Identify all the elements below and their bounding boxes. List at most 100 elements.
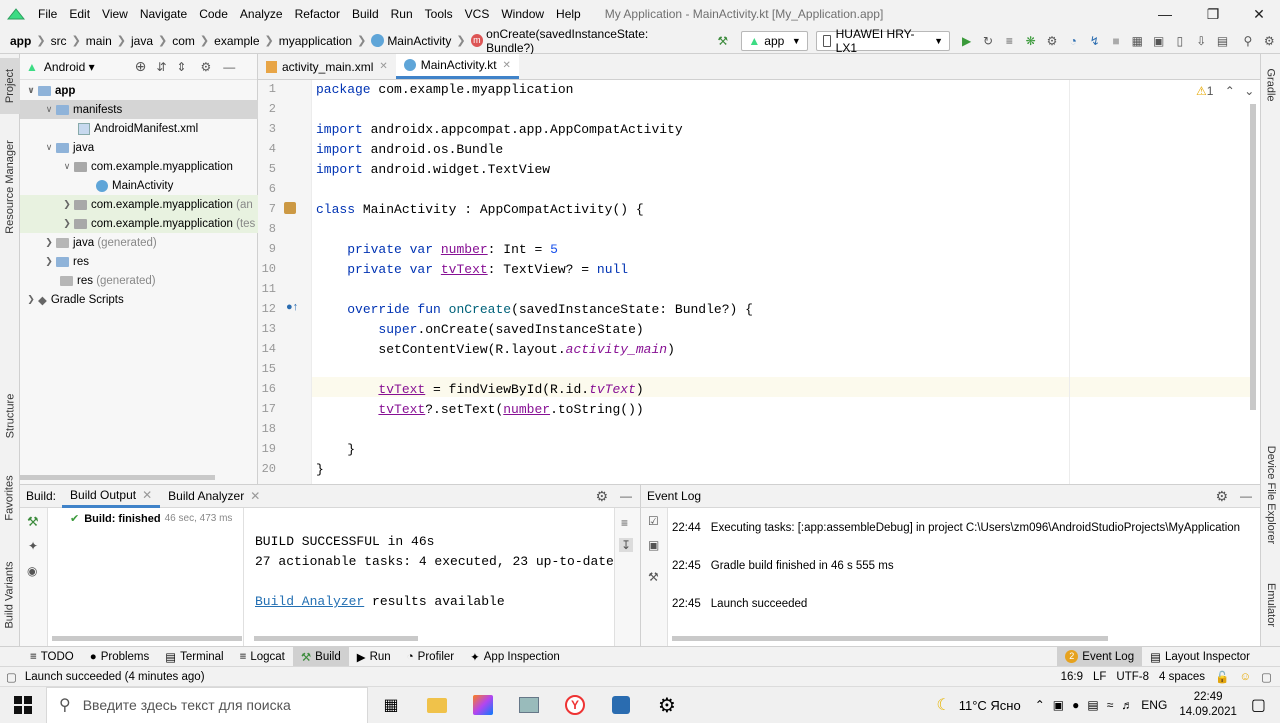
chevron-down-icon[interactable]: ⌄ <box>1244 84 1254 98</box>
status-panel-icon[interactable]: ▢ <box>6 670 17 684</box>
tab-todo[interactable]: ≡ TODO <box>0 647 82 667</box>
close-tab-icon[interactable]: ✕ <box>379 61 387 72</box>
android-studio-icon[interactable] <box>598 687 644 723</box>
run-gutter-icon[interactable] <box>284 202 296 214</box>
locate-icon[interactable]: ⊕ <box>135 58 147 75</box>
hide-panel-icon[interactable]: — <box>223 60 235 74</box>
gear-icon[interactable]: ⚙ <box>1215 488 1228 505</box>
breadcrumb-src[interactable]: src <box>48 34 70 48</box>
collapse-all-icon[interactable]: ⇕ <box>176 60 186 74</box>
build-output-console[interactable]: BUILD SUCCESSFUL in 46s 27 actionable ta… <box>244 508 614 646</box>
editor-scrollbar[interactable] <box>1250 104 1256 410</box>
photos-icon[interactable] <box>506 687 552 723</box>
windows-start-icon[interactable] <box>0 687 46 723</box>
file-encoding[interactable]: UTF-8 <box>1116 671 1149 683</box>
search-icon[interactable]: ⚲ <box>1237 31 1258 51</box>
tree-item-java[interactable]: ∨ java <box>20 138 258 157</box>
debug-icon[interactable]: ❋ <box>1020 31 1041 51</box>
gear-icon[interactable]: ⚙ <box>595 488 608 505</box>
run-icon[interactable]: ▶ <box>956 31 977 51</box>
tree-scrollbar[interactable] <box>52 636 242 641</box>
tab-favorites[interactable]: Favorites <box>0 468 20 528</box>
indent-setting[interactable]: 4 spaces <box>1159 671 1205 683</box>
menu-code[interactable]: Code <box>193 7 234 21</box>
tab-project[interactable]: Project <box>0 58 20 114</box>
sync-gradle-icon[interactable]: ▦ <box>1127 31 1148 51</box>
breadcrumb-main[interactable]: main <box>83 34 115 48</box>
tab-event-log[interactable]: 2 Event Log <box>1057 646 1143 667</box>
wifi-icon[interactable]: ≈ <box>1107 698 1114 712</box>
project-structure-icon[interactable]: ▣ <box>1148 31 1169 51</box>
minimize-button[interactable]: — <box>1142 0 1188 28</box>
settings-gear-icon[interactable]: ⚙ <box>644 687 690 723</box>
profile-icon[interactable]: ◔ <box>1063 31 1084 51</box>
breadcrumb-mainactivity[interactable]: MainActivity <box>368 34 454 48</box>
tab-build-variants[interactable]: Build Variants <box>0 550 20 640</box>
hide-panel-icon[interactable]: — <box>1240 489 1252 503</box>
override-gutter-icon[interactable]: ●↑ <box>286 301 298 313</box>
tab-mainactivity-kt[interactable]: MainActivity.kt ✕ <box>395 54 519 79</box>
layout-inspector-icon[interactable]: ▤ <box>1212 31 1233 51</box>
soft-wrap-icon[interactable]: ≡ <box>621 516 628 530</box>
menu-run[interactable]: Run <box>385 7 419 21</box>
expand-all-icon[interactable]: ⇵ <box>156 60 166 74</box>
eye-icon[interactable]: ◉ <box>27 564 37 578</box>
breadcrumb-app[interactable]: app <box>0 34 34 48</box>
sdk-manager-icon[interactable]: ⇩ <box>1191 31 1212 51</box>
tree-item-res-generated[interactable]: res (generated) <box>20 271 258 290</box>
hammer-icon[interactable]: ⚒ <box>27 514 39 530</box>
close-button[interactable]: ✕ <box>1236 0 1280 28</box>
tray-chevron-up-icon[interactable]: ⌃ <box>1035 698 1045 712</box>
breadcrumb-oncreate[interactable]: m onCreate(savedInstanceState: Bundle?) <box>468 27 697 55</box>
tab-build-output[interactable]: Build Output ✕ <box>62 484 161 508</box>
menu-build[interactable]: Build <box>346 7 385 21</box>
weather-moon-icon[interactable]: ☾ <box>936 695 950 715</box>
input-language[interactable]: ENG <box>1141 698 1167 712</box>
menu-file[interactable]: File <box>32 7 63 21</box>
menu-window[interactable]: Window <box>495 7 550 21</box>
lock-icon[interactable]: 🔓 <box>1215 670 1229 684</box>
tab-run[interactable]: ▶ Run <box>349 647 399 667</box>
close-tab-icon[interactable]: ✕ <box>250 489 260 503</box>
tab-resource-manager[interactable]: Resource Manager <box>0 132 20 242</box>
breadcrumb-myapplication[interactable]: myapplication <box>276 34 355 48</box>
status-message[interactable]: Launch succeeded (4 minutes ago) <box>25 671 205 683</box>
tab-problems[interactable]: ● Problems <box>82 647 158 667</box>
apply-changes-icon[interactable]: ↻ <box>977 31 998 51</box>
weather-text[interactable]: 11°C Ясно <box>959 698 1021 713</box>
menu-help[interactable]: Help <box>550 7 587 21</box>
code-editor[interactable]: package com.example.myapplication import… <box>312 80 1260 484</box>
caret-position[interactable]: 16:9 <box>1061 671 1083 683</box>
scroll-to-end-icon[interactable]: ↧ <box>619 538 634 552</box>
menu-analyze[interactable]: Analyze <box>234 7 289 21</box>
maximize-button[interactable]: ❐ <box>1190 0 1236 28</box>
hammer-icon[interactable]: ⚒ <box>712 31 733 51</box>
tree-item-java-generated[interactable]: ❯ java (generated) <box>20 233 258 252</box>
taskbar-search[interactable]: ⚲ Введите здесь текст для поиска <box>46 686 368 723</box>
mark-read-icon[interactable]: ☑ <box>648 514 659 528</box>
event-log-scrollbar[interactable] <box>672 636 1108 641</box>
tree-item-gradle-scripts[interactable]: ❯ ◆ Gradle Scripts <box>20 290 258 309</box>
menu-navigate[interactable]: Navigate <box>134 7 193 21</box>
project-scrollbar[interactable] <box>20 475 215 480</box>
inspection-widget[interactable]: ⚠1 ⌃ ⌄ <box>1196 84 1254 98</box>
task-view-icon[interactable]: ▦ <box>368 687 414 723</box>
close-tab-icon[interactable]: ✕ <box>142 488 152 502</box>
tab-emulator[interactable]: Emulator <box>1261 572 1280 638</box>
wrench-icon[interactable]: ⚒ <box>648 570 659 584</box>
volume-icon[interactable]: ♬ <box>1121 698 1133 712</box>
file-explorer-icon[interactable] <box>414 687 460 723</box>
smiley-icon[interactable]: ☺ <box>1239 671 1251 683</box>
tab-device-file-explorer[interactable]: Device File Explorer <box>1261 440 1280 550</box>
coverage-icon[interactable]: ⚙ <box>1041 31 1062 51</box>
taskbar-clock[interactable]: 22:49 14.09.2021 <box>1179 690 1237 720</box>
avd-manager-icon[interactable]: ▯ <box>1169 31 1190 51</box>
tab-gradle[interactable]: Gradle <box>1261 60 1280 110</box>
tree-item-package-androidtest[interactable]: ❯ com.example.myapplication (an <box>20 195 258 214</box>
tab-logcat[interactable]: ≡ Logcat <box>232 647 293 667</box>
apply-code-changes-icon[interactable]: ≡ <box>999 31 1020 51</box>
notification-center-icon[interactable]: ▢ <box>1251 695 1266 715</box>
breadcrumb-com[interactable]: com <box>169 34 198 48</box>
gear-icon[interactable]: ⚙ <box>200 60 211 74</box>
pin-icon[interactable]: ✦ <box>28 539 38 553</box>
